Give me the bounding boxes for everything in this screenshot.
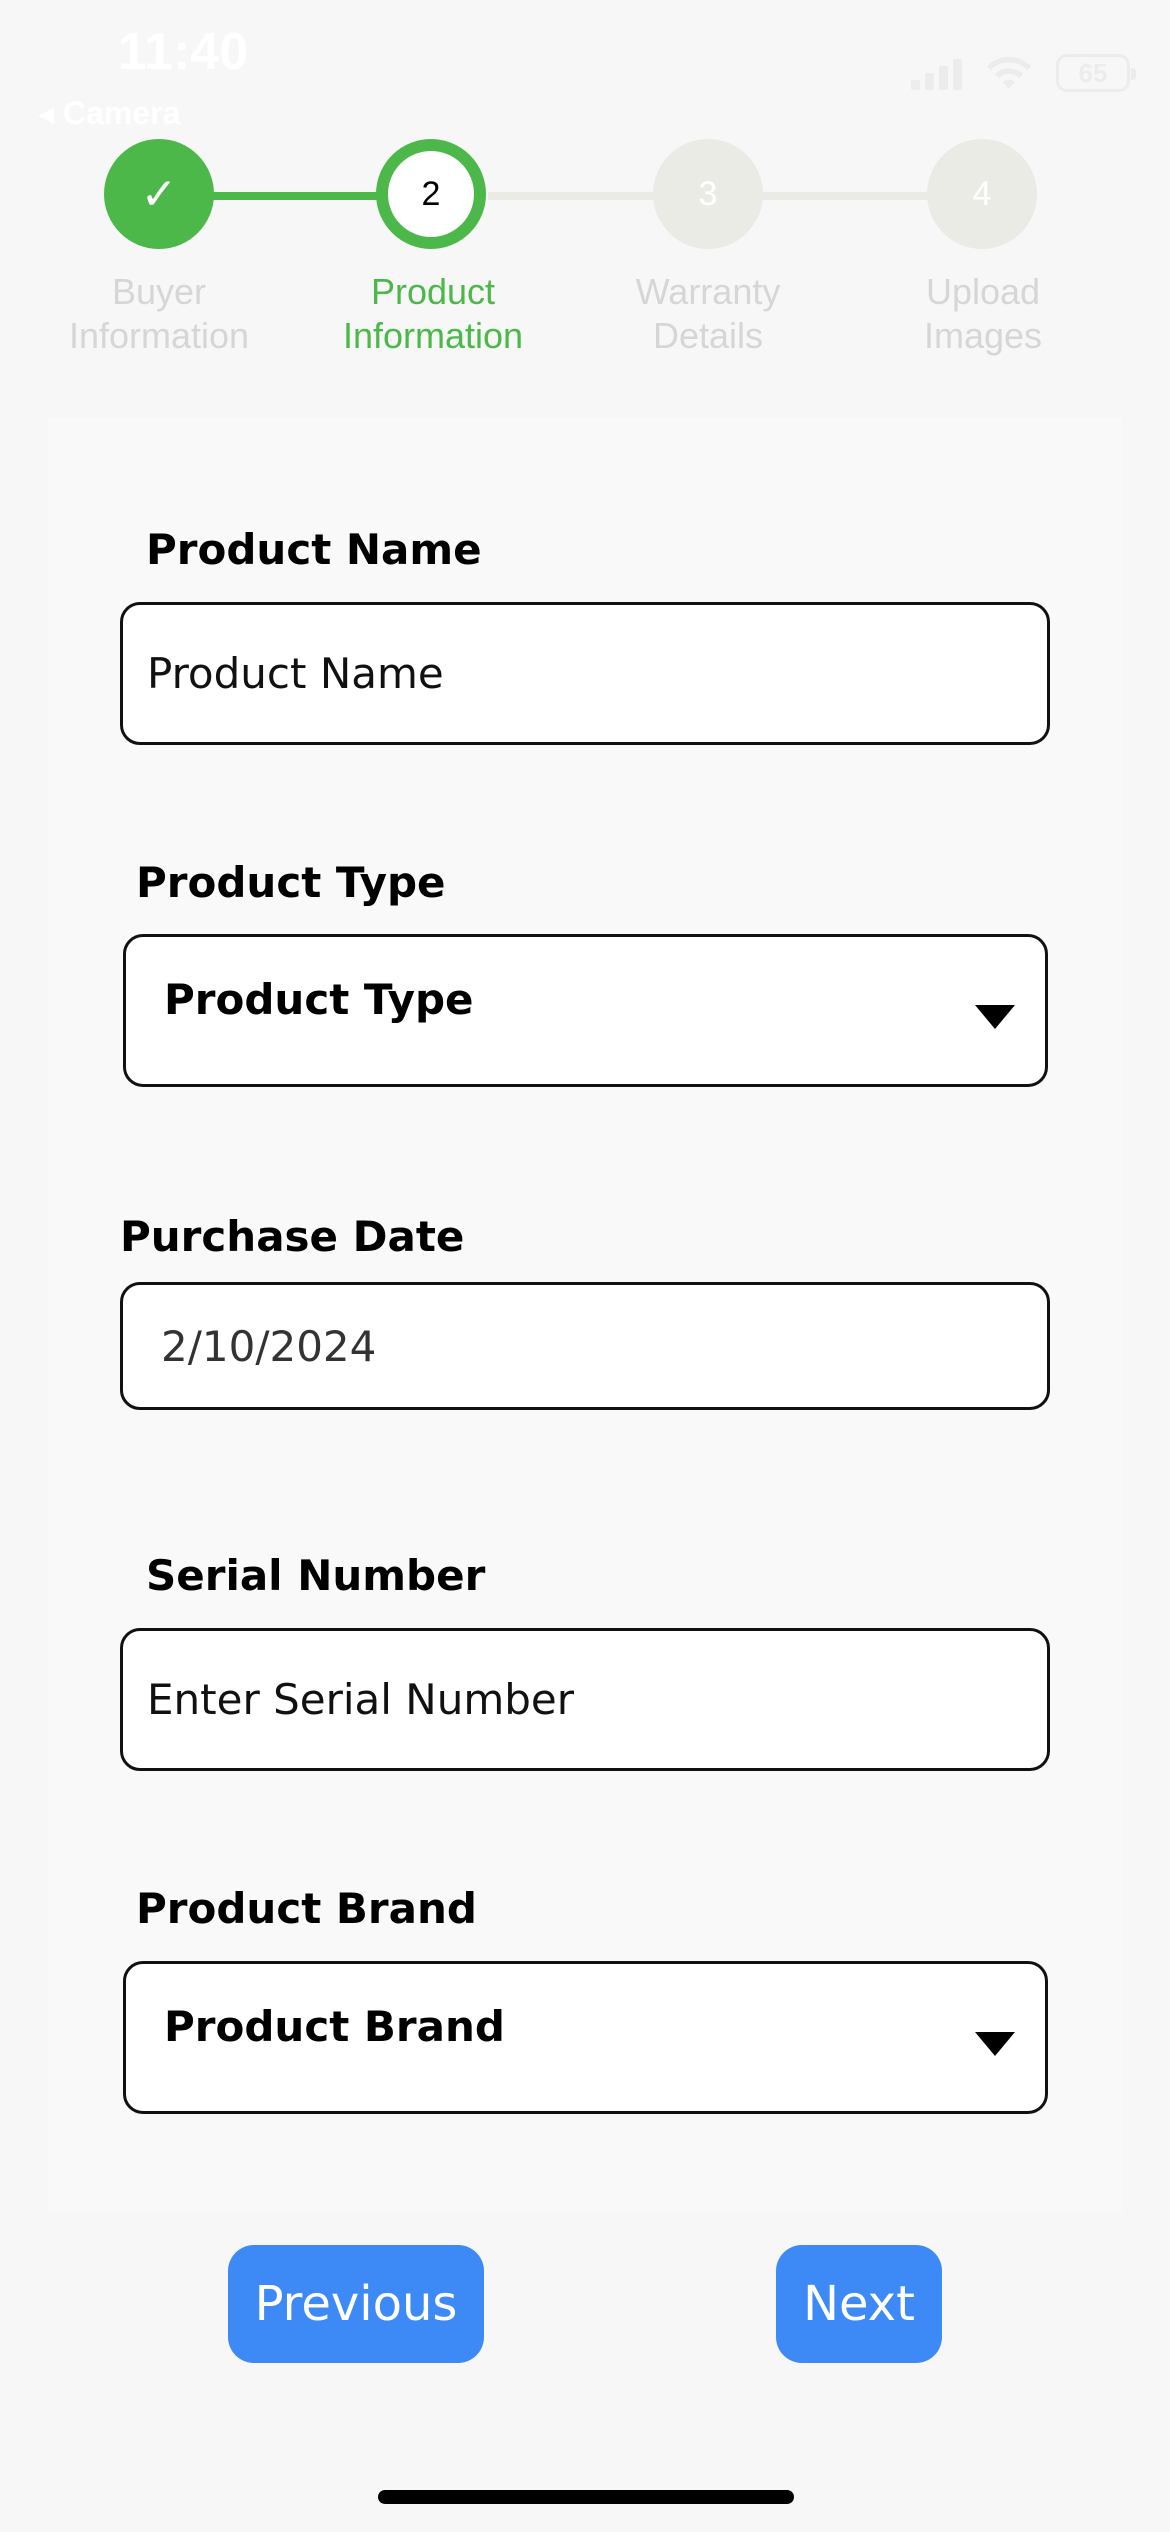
serial-number-input[interactable]: Enter Serial Number — [120, 1628, 1050, 1771]
step-2-label: Product Information — [342, 271, 524, 356]
battery-icon: 65 — [1056, 54, 1136, 92]
chevron-down-icon — [975, 1005, 1015, 1029]
serial-number-label: Serial Number — [146, 1551, 486, 1600]
step-4-label: Upload Images — [923, 271, 1043, 356]
product-brand-select[interactable]: Product Brand — [123, 1961, 1048, 2114]
product-type-select[interactable]: Product Type — [123, 934, 1048, 1087]
chevron-down-icon — [975, 2032, 1015, 2056]
product-brand-label: Product Brand — [136, 1884, 477, 1933]
back-to-camera-link[interactable]: ◂ Camera — [38, 94, 180, 132]
step-1-check-icon[interactable]: ✓ — [104, 139, 214, 249]
serial-number-placeholder: Enter Serial Number — [147, 1675, 574, 1724]
product-name-label: Product Name — [146, 525, 482, 574]
product-brand-selected: Product Brand — [164, 2002, 505, 2051]
purchase-date-value: 2/10/2024 — [161, 1321, 377, 1371]
next-button[interactable]: Next — [776, 2245, 942, 2363]
purchase-date-label: Purchase Date — [120, 1212, 465, 1261]
purchase-date-field[interactable]: 2/10/2024 — [120, 1282, 1050, 1410]
product-name-input[interactable]: Product Name — [120, 602, 1050, 745]
previous-button[interactable]: Previous — [228, 2245, 484, 2363]
step-3-label: Warranty Details — [635, 271, 781, 356]
product-name-placeholder: Product Name — [147, 649, 444, 698]
status-icons: 65 — [911, 54, 1136, 92]
step-4-circle[interactable]: 4 — [927, 139, 1037, 249]
wifi-icon — [987, 56, 1031, 89]
step-2-circle[interactable]: 2 — [376, 139, 486, 249]
status-time: 11:40 — [118, 23, 249, 81]
product-type-selected: Product Type — [164, 975, 474, 1024]
home-indicator[interactable] — [378, 2490, 794, 2504]
signal-icon — [911, 56, 962, 90]
progress-stepper: ✓ 2 3 4 Buyer Information Product Inform… — [0, 130, 1170, 370]
step-1-label: Buyer Information — [68, 271, 250, 356]
product-type-label: Product Type — [136, 858, 446, 907]
step-3-circle[interactable]: 3 — [653, 139, 763, 249]
